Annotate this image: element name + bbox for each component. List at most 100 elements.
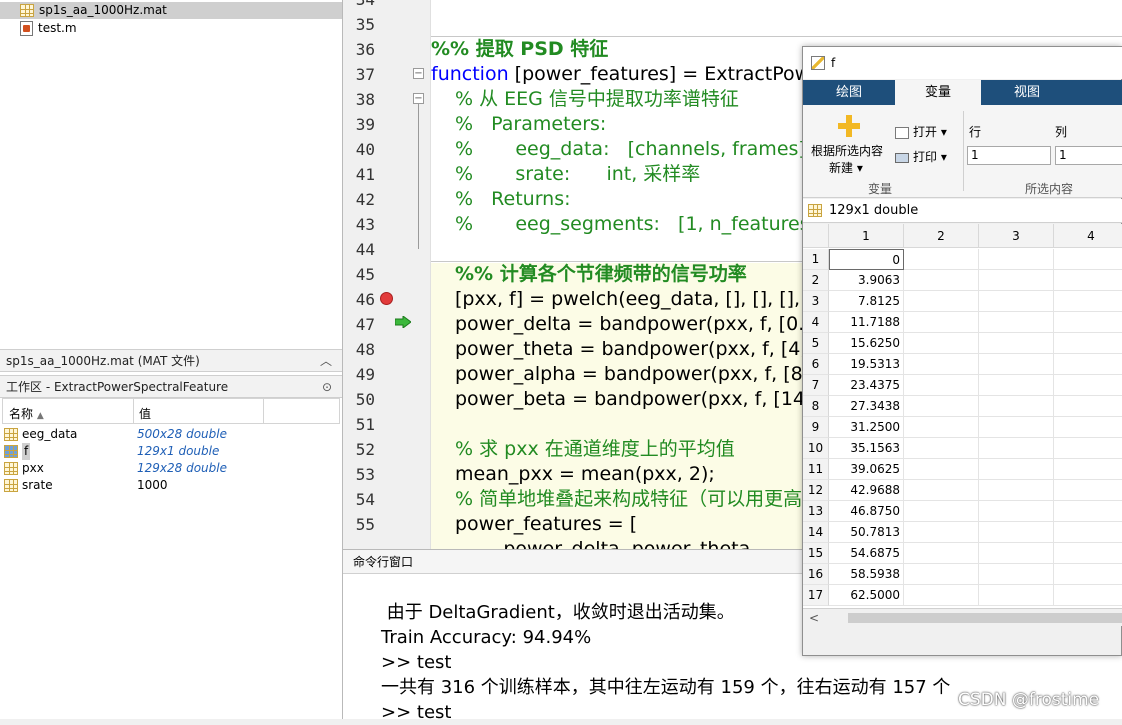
horizontal-scrollbar[interactable]: < — [803, 608, 1122, 626]
grid-cell[interactable]: 15.6250 — [829, 333, 904, 354]
grid-row-header[interactable]: 14 — [803, 522, 829, 543]
grid-cell[interactable] — [904, 396, 979, 417]
details-bar[interactable]: sp1s_aa_1000Hz.mat (MAT 文件) ︿ — [0, 349, 342, 372]
grid-cell[interactable]: 62.5000 — [829, 585, 904, 606]
grid-cell[interactable]: 58.5938 — [829, 564, 904, 585]
col-value-header[interactable]: 值 — [139, 405, 151, 422]
grid-row-header[interactable]: 15 — [803, 543, 829, 564]
grid-col-header[interactable]: 4 — [1054, 224, 1122, 248]
grid-cell[interactable] — [904, 354, 979, 375]
grid-cell[interactable] — [904, 249, 979, 270]
grid-cell[interactable] — [979, 396, 1054, 417]
grid-row-header[interactable]: 13 — [803, 501, 829, 522]
grid-cell[interactable] — [1054, 417, 1122, 438]
new-dropdown[interactable]: 新建 ▾ — [829, 159, 863, 176]
grid-cell[interactable] — [904, 501, 979, 522]
grid-cell[interactable] — [1054, 438, 1122, 459]
grid-cell[interactable] — [1054, 375, 1122, 396]
grid-cell[interactable] — [1054, 249, 1122, 270]
breakpoint-gutter[interactable] — [393, 0, 431, 549]
grid-cell[interactable] — [979, 354, 1054, 375]
grid-cell[interactable]: 7.8125 — [829, 291, 904, 312]
grid-cell[interactable] — [1054, 396, 1122, 417]
grid-row-header[interactable]: 6 — [803, 354, 829, 375]
grid-cell[interactable]: 42.9688 — [829, 480, 904, 501]
scrollbar-thumb[interactable] — [848, 613, 1122, 623]
grid-cell[interactable]: 27.3438 — [829, 396, 904, 417]
grid-cell[interactable] — [979, 564, 1054, 585]
grid-row-header[interactable]: 1 — [803, 249, 829, 270]
scroll-left-icon[interactable]: < — [809, 609, 819, 627]
grid-col-header[interactable]: 3 — [979, 224, 1054, 248]
grid-row-header[interactable]: 12 — [803, 480, 829, 501]
grid-cell[interactable] — [904, 564, 979, 585]
grid-cell[interactable] — [979, 333, 1054, 354]
grid-row-header[interactable]: 11 — [803, 459, 829, 480]
grid-cell[interactable] — [1054, 459, 1122, 480]
variable-grid[interactable]: 1 2 3 4 1 0 2 3.9063 3 7.8125 4 11.7188 5 15.6250… — [803, 224, 1122, 608]
col-input[interactable]: 1 — [1055, 146, 1122, 165]
grid-cell[interactable] — [979, 291, 1054, 312]
file-item-m[interactable]: test.m — [20, 20, 77, 37]
grid-cell[interactable] — [904, 333, 979, 354]
new-from-selection-label[interactable]: 根据所选内容 — [811, 142, 883, 159]
grid-row-header[interactable]: 8 — [803, 396, 829, 417]
grid-cell[interactable]: 3.9063 — [829, 270, 904, 291]
variable-editor-titlebar[interactable]: f — [803, 47, 1122, 79]
workspace-menu-icon[interactable]: ⊙ — [322, 376, 332, 398]
grid-cell[interactable] — [1054, 543, 1122, 564]
grid-cell[interactable] — [1054, 480, 1122, 501]
grid-cell[interactable] — [979, 480, 1054, 501]
grid-cell[interactable] — [1054, 564, 1122, 585]
workspace-row[interactable]: eeg_data 500x28 double — [4, 426, 340, 443]
grid-cell[interactable] — [979, 459, 1054, 480]
grid-row-header[interactable]: 10 — [803, 438, 829, 459]
tab-variable[interactable]: 变量 — [895, 80, 981, 105]
grid-cell[interactable] — [904, 375, 979, 396]
grid-col-header[interactable]: 2 — [904, 224, 979, 248]
tab-plot[interactable]: 绘图 — [803, 80, 895, 105]
grid-cell[interactable] — [979, 270, 1054, 291]
grid-cell[interactable]: 39.0625 — [829, 459, 904, 480]
grid-cell[interactable] — [1054, 522, 1122, 543]
grid-cell[interactable]: 11.7188 — [829, 312, 904, 333]
grid-cell[interactable] — [904, 417, 979, 438]
grid-cell[interactable]: 35.1563 — [829, 438, 904, 459]
grid-row-header[interactable]: 4 — [803, 312, 829, 333]
fold-toggle[interactable]: − — [413, 68, 424, 79]
grid-cell[interactable] — [904, 291, 979, 312]
workspace-row[interactable]: f 129x1 double — [4, 443, 340, 460]
grid-cell[interactable] — [904, 312, 979, 333]
breakpoint-icon[interactable] — [380, 292, 393, 305]
grid-row-header[interactable]: 9 — [803, 417, 829, 438]
grid-row-header[interactable]: 17 — [803, 585, 829, 606]
grid-cell[interactable]: 19.5313 — [829, 354, 904, 375]
grid-cell[interactable] — [904, 459, 979, 480]
print-button[interactable]: 打印 ▾ — [895, 148, 947, 165]
grid-row-header[interactable]: 3 — [803, 291, 829, 312]
workspace-row[interactable]: pxx 129x28 double — [4, 460, 340, 477]
variable-editor-window[interactable]: f 绘图 变量 视图 根据所选内容 新建 ▾ 打开 ▾ 打印 ▾ 行 列 1 1… — [802, 46, 1122, 656]
grid-cell[interactable]: 46.8750 — [829, 501, 904, 522]
grid-col-header[interactable]: 1 — [829, 224, 904, 248]
grid-cell[interactable] — [904, 522, 979, 543]
grid-cell[interactable] — [1054, 312, 1122, 333]
grid-cell[interactable] — [904, 438, 979, 459]
file-item-mat[interactable]: sp1s_aa_1000Hz.mat — [0, 2, 342, 19]
grid-row-header[interactable]: 2 — [803, 270, 829, 291]
grid-row-header[interactable]: 16 — [803, 564, 829, 585]
col-name-header[interactable]: 名称 ▲ — [9, 405, 44, 422]
grid-cell[interactable]: 50.7813 — [829, 522, 904, 543]
command-prompt-line[interactable]: >> test — [381, 700, 451, 725]
grid-cell[interactable] — [904, 480, 979, 501]
tab-view[interactable]: 视图 — [981, 80, 1073, 105]
grid-cell[interactable] — [979, 501, 1054, 522]
grid-cell[interactable] — [904, 585, 979, 606]
grid-cell[interactable] — [1054, 270, 1122, 291]
grid-cell[interactable]: 23.4375 — [829, 375, 904, 396]
grid-cell[interactable]: 0 — [829, 249, 904, 270]
collapse-icon[interactable]: ︿ — [320, 350, 332, 372]
grid-row-header[interactable]: 5 — [803, 333, 829, 354]
grid-cell[interactable] — [1054, 585, 1122, 606]
grid-cell[interactable] — [904, 543, 979, 564]
